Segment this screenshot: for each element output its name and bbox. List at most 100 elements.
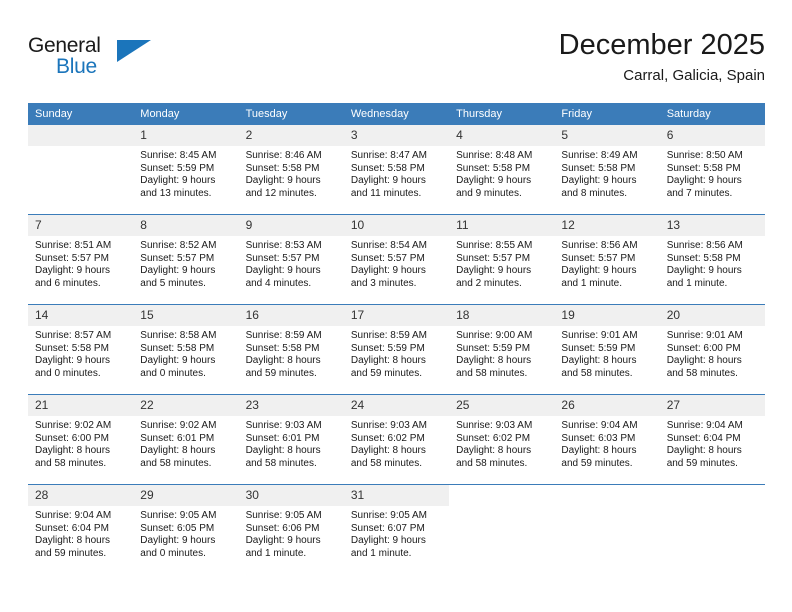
day-cell-inner: 11 Sunrise: 8:55 AM Sunset: 5:57 PM Dayligh… — [449, 215, 555, 304]
day-info: Sunrise: 8:55 AM Sunset: 5:57 PM Daylight:… — [449, 236, 554, 290]
calendar-day-cell[interactable]: 28 Sunrise: 9:04 AM Sunset: 6:04 PM Dayligh… — [28, 484, 134, 574]
day-info: Sunrise: 8:46 AM Sunset: 5:58 PM Daylight:… — [239, 146, 344, 200]
day-info — [28, 146, 133, 150]
calendar-day-cell[interactable]: 12 Sunrise: 8:56 AM Sunset: 5:57 PM Dayligh… — [554, 214, 660, 305]
calendar-empty-cell — [554, 484, 660, 574]
calendar-day-cell[interactable]: 24 Sunrise: 9:03 AM Sunset: 6:02 PM Dayligh… — [343, 394, 450, 485]
calendar-day-cell[interactable]: 11 Sunrise: 8:55 AM Sunset: 5:57 PM Dayligh… — [449, 214, 555, 305]
calendar-empty-cell — [659, 484, 765, 574]
calendar-day-cell[interactable]: 16 Sunrise: 8:59 AM Sunset: 5:58 PM Dayligh… — [238, 304, 344, 395]
sunrise-text: Sunrise: 8:59 AM — [350, 330, 427, 341]
sunset-text: Sunset: 5:58 PM — [245, 162, 320, 174]
day-cell-inner — [554, 485, 659, 574]
day-info: Sunrise: 8:50 AM Sunset: 5:58 PM Daylight:… — [660, 146, 765, 200]
sunrise-text: Sunrise: 8:53 AM — [245, 240, 322, 251]
day-cell-inner: 16 Sunrise: 8:59 AM Sunset: 5:58 PM Dayligh… — [238, 305, 344, 394]
weekday-header-tuesday: Tuesday — [238, 103, 344, 125]
day-cell-inner: 24 Sunrise: 9:03 AM Sunset: 6:02 PM Dayligh… — [343, 395, 450, 484]
sunset-text: Sunset: 5:57 PM — [35, 252, 109, 264]
day-number: 5 — [554, 125, 660, 146]
calendar-day-cell[interactable]: 14 Sunrise: 8:57 AM Sunset: 5:58 PM Dayligh… — [28, 304, 134, 395]
day-number: 28 — [28, 485, 134, 506]
sunset-text: Sunset: 5:57 PM — [561, 252, 636, 264]
daylight-text: Daylight: 9 hours and 0 minutes. — [35, 355, 111, 379]
day-number — [554, 485, 659, 506]
sunrise-text: Sunrise: 9:01 AM — [561, 330, 638, 341]
sunset-text: Sunset: 6:06 PM — [245, 522, 320, 534]
day-cell-inner: 12 Sunrise: 8:56 AM Sunset: 5:57 PM Dayligh… — [554, 215, 660, 304]
day-cell-inner — [660, 485, 765, 574]
calendar-day-cell[interactable]: 8 Sunrise: 8:52 AM Sunset: 5:57 PM Daylight… — [133, 214, 239, 305]
calendar-day-cell[interactable]: 5 Sunrise: 8:49 AM Sunset: 5:58 PM Daylight… — [554, 125, 660, 215]
calendar-day-cell[interactable]: 27 Sunrise: 9:04 AM Sunset: 6:04 PM Dayligh… — [659, 394, 765, 485]
day-cell-inner: 15 Sunrise: 8:58 AM Sunset: 5:58 PM Dayligh… — [133, 305, 239, 394]
calendar-day-cell[interactable]: 25 Sunrise: 9:03 AM Sunset: 6:02 PM Dayligh… — [449, 394, 555, 485]
daylight-text: Daylight: 9 hours and 8 minutes. — [561, 175, 637, 199]
calendar-day-cell[interactable]: 20 Sunrise: 9:01 AM Sunset: 6:00 PM Dayligh… — [659, 304, 765, 395]
calendar-day-cell[interactable]: 1 Sunrise: 8:45 AM Sunset: 5:59 PM Daylight… — [133, 125, 239, 215]
calendar-day-cell[interactable]: 29 Sunrise: 9:05 AM Sunset: 6:05 PM Dayligh… — [133, 484, 239, 574]
page-title: December 2025 — [558, 29, 765, 61]
sunrise-text: Sunrise: 8:50 AM — [666, 150, 743, 161]
sunset-text: Sunset: 5:58 PM — [666, 252, 741, 264]
calendar-day-cell[interactable]: 4 Sunrise: 8:48 AM Sunset: 5:58 PM Daylight… — [449, 125, 555, 215]
calendar-day-cell[interactable]: 19 Sunrise: 9:01 AM Sunset: 5:59 PM Dayligh… — [554, 304, 660, 395]
sunrise-text: Sunrise: 8:48 AM — [456, 150, 533, 161]
calendar-day-cell[interactable]: 30 Sunrise: 9:05 AM Sunset: 6:06 PM Dayligh… — [238, 484, 344, 574]
sunrise-text: Sunrise: 8:55 AM — [456, 240, 533, 251]
day-info: Sunrise: 9:05 AM Sunset: 6:06 PM Daylight:… — [239, 506, 344, 560]
daylight-text: Daylight: 9 hours and 0 minutes. — [140, 535, 216, 559]
calendar-day-cell[interactable]: 26 Sunrise: 9:04 AM Sunset: 6:03 PM Dayligh… — [554, 394, 660, 485]
daylight-text: Daylight: 8 hours and 59 minutes. — [245, 355, 321, 379]
calendar-day-cell[interactable]: 22 Sunrise: 9:02 AM Sunset: 6:01 PM Dayligh… — [133, 394, 239, 485]
sunset-text: Sunset: 5:57 PM — [456, 252, 531, 264]
calendar-day-cell[interactable]: 7 Sunrise: 8:51 AM Sunset: 5:57 PM Daylight… — [28, 214, 134, 305]
day-number: 20 — [659, 305, 765, 326]
sunset-text: Sunset: 5:58 PM — [456, 162, 531, 174]
daylight-text: Daylight: 8 hours and 59 minutes. — [666, 445, 742, 469]
day-cell-inner: 27 Sunrise: 9:04 AM Sunset: 6:04 PM Dayligh… — [659, 395, 765, 484]
day-info: Sunrise: 8:59 AM Sunset: 5:59 PM Daylight:… — [344, 326, 449, 380]
day-info: Sunrise: 9:01 AM Sunset: 6:00 PM Daylight:… — [660, 326, 765, 380]
day-info: Sunrise: 8:57 AM Sunset: 5:58 PM Daylight:… — [28, 326, 133, 380]
day-cell-inner: 8 Sunrise: 8:52 AM Sunset: 5:57 PM Daylight… — [133, 215, 239, 304]
calendar-day-cell[interactable]: 17 Sunrise: 8:59 AM Sunset: 5:59 PM Dayligh… — [343, 304, 450, 395]
daylight-text: Daylight: 9 hours and 3 minutes. — [350, 265, 426, 289]
day-cell-inner — [449, 485, 554, 574]
day-info — [660, 506, 765, 510]
day-cell-inner: 7 Sunrise: 8:51 AM Sunset: 5:57 PM Daylight… — [28, 215, 134, 304]
calendar-day-cell[interactable]: 13 Sunrise: 8:56 AM Sunset: 5:58 PM Dayligh… — [659, 214, 765, 305]
calendar-day-cell[interactable]: 23 Sunrise: 9:03 AM Sunset: 6:01 PM Dayligh… — [238, 394, 344, 485]
day-number: 14 — [28, 305, 134, 326]
calendar-day-cell[interactable]: 15 Sunrise: 8:58 AM Sunset: 5:58 PM Dayligh… — [133, 304, 239, 395]
day-number: 13 — [659, 215, 765, 236]
weekday-header-wednesday: Wednesday — [343, 103, 450, 125]
calendar-day-cell[interactable]: 21 Sunrise: 9:02 AM Sunset: 6:00 PM Dayligh… — [28, 394, 134, 485]
sunset-text: Sunset: 5:58 PM — [350, 162, 425, 174]
daylight-text: Daylight: 9 hours and 11 minutes. — [350, 175, 426, 199]
calendar-day-cell[interactable]: 18 Sunrise: 9:00 AM Sunset: 5:59 PM Dayligh… — [449, 304, 555, 395]
calendar-day-cell[interactable]: 2 Sunrise: 8:46 AM Sunset: 5:58 PM Daylight… — [238, 125, 344, 215]
daylight-text: Daylight: 8 hours and 58 minutes. — [456, 355, 532, 379]
daylight-text: Daylight: 8 hours and 59 minutes. — [561, 445, 637, 469]
daylight-text: Daylight: 9 hours and 1 minute. — [245, 535, 321, 559]
day-cell-inner: 31 Sunrise: 9:05 AM Sunset: 6:07 PM Dayligh… — [343, 485, 450, 574]
day-number: 31 — [343, 485, 450, 506]
sunset-text: Sunset: 6:01 PM — [245, 432, 320, 444]
calendar-day-cell[interactable]: 3 Sunrise: 8:47 AM Sunset: 5:58 PM Daylight… — [343, 125, 450, 215]
sunrise-text: Sunrise: 8:52 AM — [140, 240, 217, 251]
calendar-day-cell[interactable]: 6 Sunrise: 8:50 AM Sunset: 5:58 PM Daylight… — [659, 125, 765, 215]
day-info: Sunrise: 8:48 AM Sunset: 5:58 PM Daylight:… — [449, 146, 554, 200]
general-blue-logo: General Blue — [28, 34, 158, 86]
day-cell-inner: 10 Sunrise: 8:54 AM Sunset: 5:57 PM Dayligh… — [343, 215, 450, 304]
sunrise-text: Sunrise: 8:51 AM — [35, 240, 112, 251]
calendar-day-cell[interactable]: 9 Sunrise: 8:53 AM Sunset: 5:57 PM Daylight… — [238, 214, 344, 305]
daylight-text: Daylight: 9 hours and 12 minutes. — [245, 175, 321, 199]
sunset-text: Sunset: 5:58 PM — [561, 162, 636, 174]
calendar-day-cell[interactable]: 31 Sunrise: 9:05 AM Sunset: 6:07 PM Dayligh… — [343, 484, 450, 574]
weekday-header-thursday: Thursday — [449, 103, 555, 125]
sunrise-text: Sunrise: 9:02 AM — [35, 420, 112, 431]
day-number: 3 — [343, 125, 450, 146]
calendar-day-cell[interactable]: 10 Sunrise: 8:54 AM Sunset: 5:57 PM Dayligh… — [343, 214, 450, 305]
sunset-text: Sunset: 5:57 PM — [350, 252, 425, 264]
